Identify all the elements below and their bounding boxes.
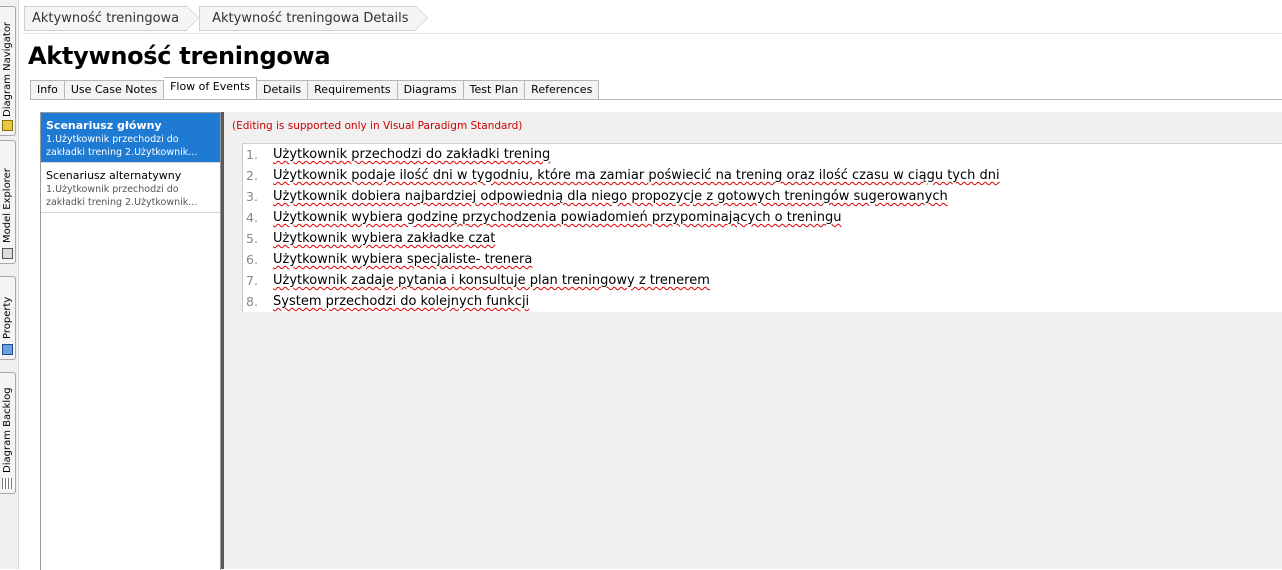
dock-tab-label: Property xyxy=(2,296,13,339)
scenario-list: Scenariusz główny 1.Użytkownik przechodz… xyxy=(40,112,221,570)
step-text: Użytkownik wybiera godzinę przychodzenia… xyxy=(273,210,842,225)
dock-tab-label: Diagram Backlog xyxy=(2,387,13,473)
scenario-preview: 1.Użytkownik przechodzi do zakładki tren… xyxy=(46,134,198,158)
diagram-backlog-icon xyxy=(2,478,13,489)
step-number: 5. xyxy=(246,231,258,246)
breadcrumb-item[interactable]: Aktywność treningowa xyxy=(24,6,200,31)
step-text: Użytkownik zadaje pytania i konsultuje p… xyxy=(273,273,710,288)
scenario-name: Scenariusz główny xyxy=(46,119,162,132)
tab-flow-of-events[interactable]: Flow of Events xyxy=(164,77,258,99)
dock-tab-diagram-backlog[interactable]: Diagram Backlog xyxy=(0,372,16,494)
scenario-item-main[interactable]: Scenariusz główny 1.Użytkownik przechodz… xyxy=(41,113,220,163)
tab-details[interactable]: Details xyxy=(257,80,309,100)
steps-editor[interactable]: 1. Użytkownik przechodzi do zakładki tre… xyxy=(242,143,1282,312)
scenario-item-alternative[interactable]: Scenariusz alternatywny 1.Użytkownik prz… xyxy=(41,163,220,213)
step-number: 7. xyxy=(246,273,258,288)
editing-note: (Editing is supported only in Visual Par… xyxy=(232,120,523,132)
page-title: Aktywność treningowa xyxy=(28,42,331,70)
step-number: 1. xyxy=(246,147,258,162)
tab-strip: Info Use Case Notes Flow of Events Detai… xyxy=(30,77,600,100)
dock-tab-model-explorer[interactable]: Model Explorer xyxy=(0,140,16,264)
divider xyxy=(22,33,1282,34)
dock-tab-diagram-navigator[interactable]: Diagram Navigator xyxy=(0,6,16,136)
tab-info[interactable]: Info xyxy=(30,80,65,100)
step-text: Użytkownik przechodzi do zakładki trenin… xyxy=(273,147,551,162)
left-dock: Diagram Navigator Model Explorer Propert… xyxy=(0,0,19,569)
property-icon xyxy=(2,344,13,355)
scenario-preview: 1.Użytkownik przechodzi do zakładki tren… xyxy=(46,184,198,208)
tab-requirements[interactable]: Requirements xyxy=(308,80,398,100)
step-text: Użytkownik wybiera specjaliste- trenera xyxy=(273,252,533,267)
breadcrumb: Aktywność treningowa Aktywność treningow… xyxy=(24,6,429,31)
dock-tab-property[interactable]: Property xyxy=(0,276,16,360)
step-number: 2. xyxy=(246,168,258,183)
step-text: Użytkownik podaje ilość dni w tygodniu, … xyxy=(273,168,1000,183)
breadcrumb-item[interactable]: Aktywność treningowa Details xyxy=(199,6,429,31)
step-number: 3. xyxy=(246,189,258,204)
tab-test-plan[interactable]: Test Plan xyxy=(463,80,526,100)
diagram-navigator-icon xyxy=(2,120,13,131)
step-number: 4. xyxy=(246,210,258,225)
dock-tab-label: Model Explorer xyxy=(2,168,13,243)
step-number: 6. xyxy=(246,252,258,267)
tab-use-case-notes[interactable]: Use Case Notes xyxy=(64,80,165,100)
tab-diagrams[interactable]: Diagrams xyxy=(397,80,464,100)
step-text: Użytkownik dobiera najbardziej odpowiedn… xyxy=(273,189,948,204)
step-text: System przechodzi do kolejnych funkcji xyxy=(273,294,530,309)
dock-tab-label: Diagram Navigator xyxy=(2,21,13,117)
scenario-name: Scenariusz alternatywny xyxy=(46,169,182,182)
tab-references[interactable]: References xyxy=(525,80,600,100)
step-text: Użytkownik wybiera zakładke czat xyxy=(273,231,496,246)
model-explorer-icon xyxy=(2,248,13,259)
step-number: 8. xyxy=(246,294,258,309)
